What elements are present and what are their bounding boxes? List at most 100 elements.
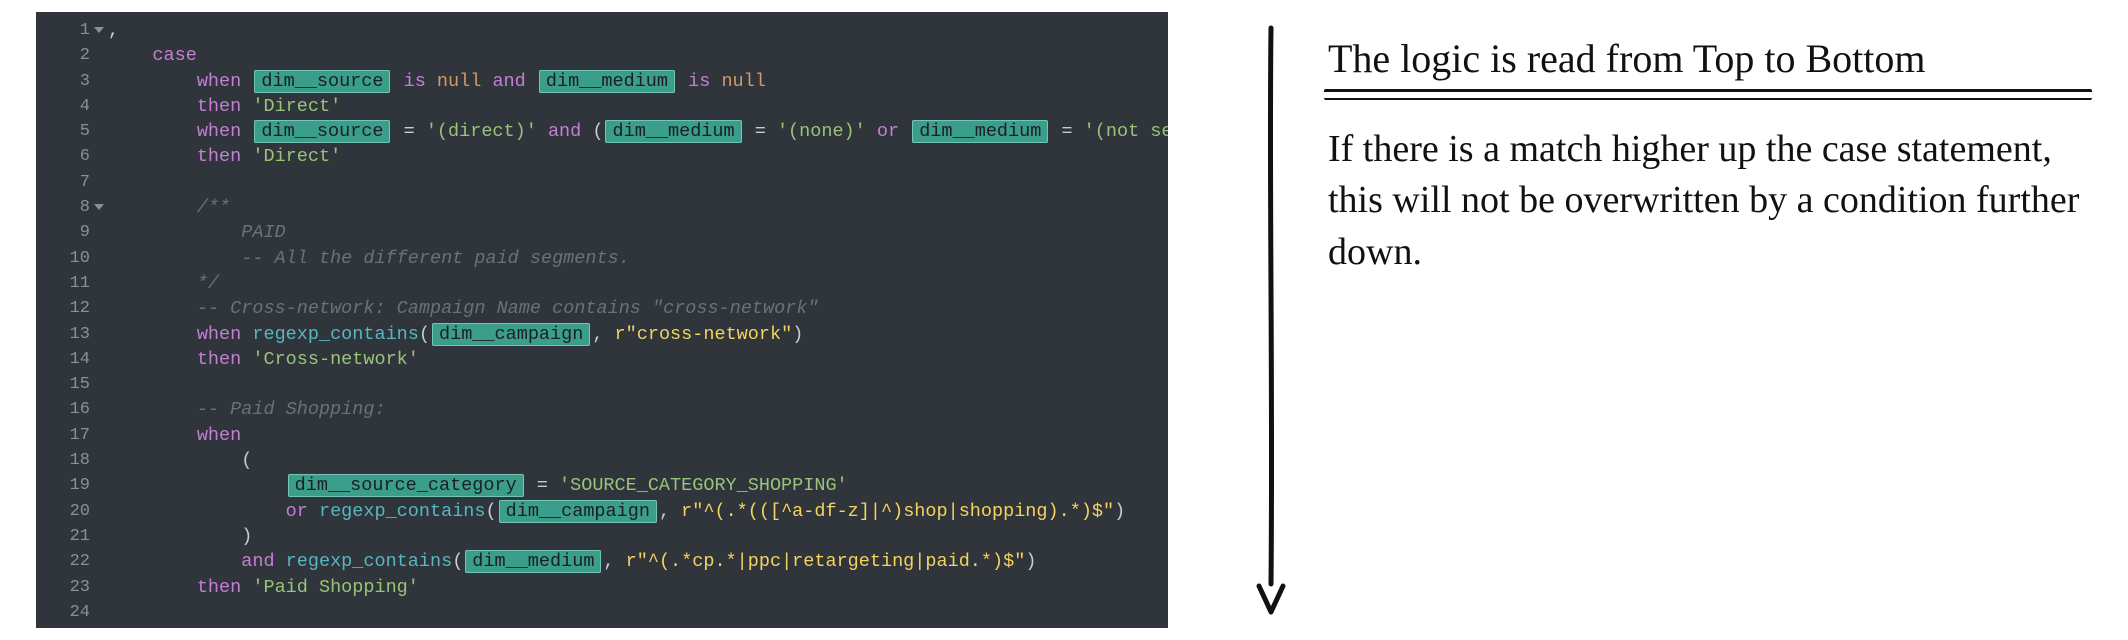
code-token: regexp_contains [319,501,486,522]
line-number: 14 [36,347,98,372]
code-token: when [197,121,241,142]
code-token [241,324,252,345]
code-lines-container: 1, 2 case3 when dim__source is null and d… [36,12,1168,625]
code-token: null [437,71,481,92]
code-token: '(direct)' [426,121,537,142]
code-content: then 'Direct' [98,94,1168,119]
code-token: 'Direct' [252,96,341,117]
code-token: , [603,551,625,572]
code-content: ( [98,448,1168,473]
line-number: 1 [36,18,98,43]
code-token: regexp_contains [286,551,453,572]
code-token: -- All the different paid segments. [241,248,630,269]
code-token: ) [792,324,803,345]
code-line: 15 [36,372,1168,397]
line-number: 5 [36,119,98,144]
dimension-chip: dim__campaign [499,500,657,523]
code-token: ( [241,450,252,471]
code-token: or [286,501,308,522]
code-content: /** [98,195,1168,220]
code-token: and [492,71,525,92]
code-token: '(none)' [777,121,866,142]
code-token: and [548,121,581,142]
code-content: -- All the different paid segments. [98,246,1168,271]
code-token [537,121,548,142]
code-token [308,501,319,522]
code-content: when regexp_contains(dim__campaign, r"cr… [98,322,1168,347]
code-line: 14 then 'Cross-network' [36,347,1168,372]
line-number: 17 [36,423,98,448]
code-content: or regexp_contains(dim__campaign, r"^(.*… [98,499,1168,524]
code-token: when [197,425,241,446]
code-content: */ [98,271,1168,296]
stage: 1, 2 case3 when dim__source is null and d… [0,0,2128,640]
code-token: -- Paid Shopping: [197,399,386,420]
line-number: 16 [36,397,98,422]
dimension-chip: dim__medium [539,70,675,93]
code-content: and regexp_contains(dim__medium, r"^(.*c… [98,549,1168,574]
code-line: 20 or regexp_contains(dim__campaign, r"^… [36,499,1168,524]
line-number: 20 [36,499,98,524]
code-token: , [659,501,681,522]
code-token: then [197,146,241,167]
code-token: = [1061,121,1072,142]
line-number: 10 [36,246,98,271]
code-line: 4 then 'Direct' [36,94,1168,119]
code-token [899,121,910,142]
dimension-chip: dim__medium [912,120,1048,143]
code-line: 11 */ [36,271,1168,296]
code-token: is [688,71,710,92]
code-content: -- Cross-network: Campaign Name contains… [98,296,1168,321]
code-token: then [197,96,241,117]
fold-chevron-icon[interactable] [94,204,104,210]
code-token: null [721,71,765,92]
code-token: /** [197,197,230,218]
code-token [241,121,252,142]
code-line: 18 ( [36,448,1168,473]
code-token: 'Direct' [252,146,341,167]
code-token: r"^(.*(([^a-df-z]|^)shop|shopping).*)$" [681,501,1114,522]
code-token [548,475,559,496]
code-token [526,71,537,92]
code-token [526,475,537,496]
code-token: or [877,121,899,142]
line-number: 11 [36,271,98,296]
code-token: 'Paid Shopping' [252,577,419,598]
code-token: 'SOURCE_CATEGORY_SHOPPING' [559,475,848,496]
dimension-chip: dim__source [254,70,390,93]
line-number: 3 [36,69,98,94]
code-token [241,577,252,598]
line-number: 24 [36,600,98,625]
line-number: 2 [36,43,98,68]
code-line: 2 case [36,43,1168,68]
code-token: ) [1114,501,1125,522]
code-token [866,121,877,142]
line-number: 12 [36,296,98,321]
code-line: 19 dim__source_category = 'SOURCE_CATEGO… [36,473,1168,498]
code-token [426,71,437,92]
code-token [1073,121,1084,142]
code-token: = [404,121,415,142]
code-token [415,121,426,142]
code-content: -- Paid Shopping: [98,397,1168,422]
code-line: 6 then 'Direct' [36,144,1168,169]
code-token: '(not set)' [1084,121,1168,142]
code-content: when dim__source is null and dim__medium… [98,69,1168,94]
fold-chevron-icon[interactable] [94,27,104,33]
code-token: when [197,71,241,92]
code-token: r"cross-network" [615,324,793,345]
code-token: , [592,324,614,345]
line-number: 18 [36,448,98,473]
line-number: 15 [36,372,98,397]
code-token [241,96,252,117]
code-token [1050,121,1061,142]
annotation-panel: The logic is read from Top to Bottom If … [1328,34,2088,278]
code-token [481,71,492,92]
code-token: when [197,324,241,345]
code-token [392,71,403,92]
code-token: -- Cross-network: Campaign Name contains… [197,298,819,319]
code-token: regexp_contains [252,324,419,345]
code-token [677,71,688,92]
code-token: PAID [241,222,285,243]
code-line: 16 -- Paid Shopping: [36,397,1168,422]
